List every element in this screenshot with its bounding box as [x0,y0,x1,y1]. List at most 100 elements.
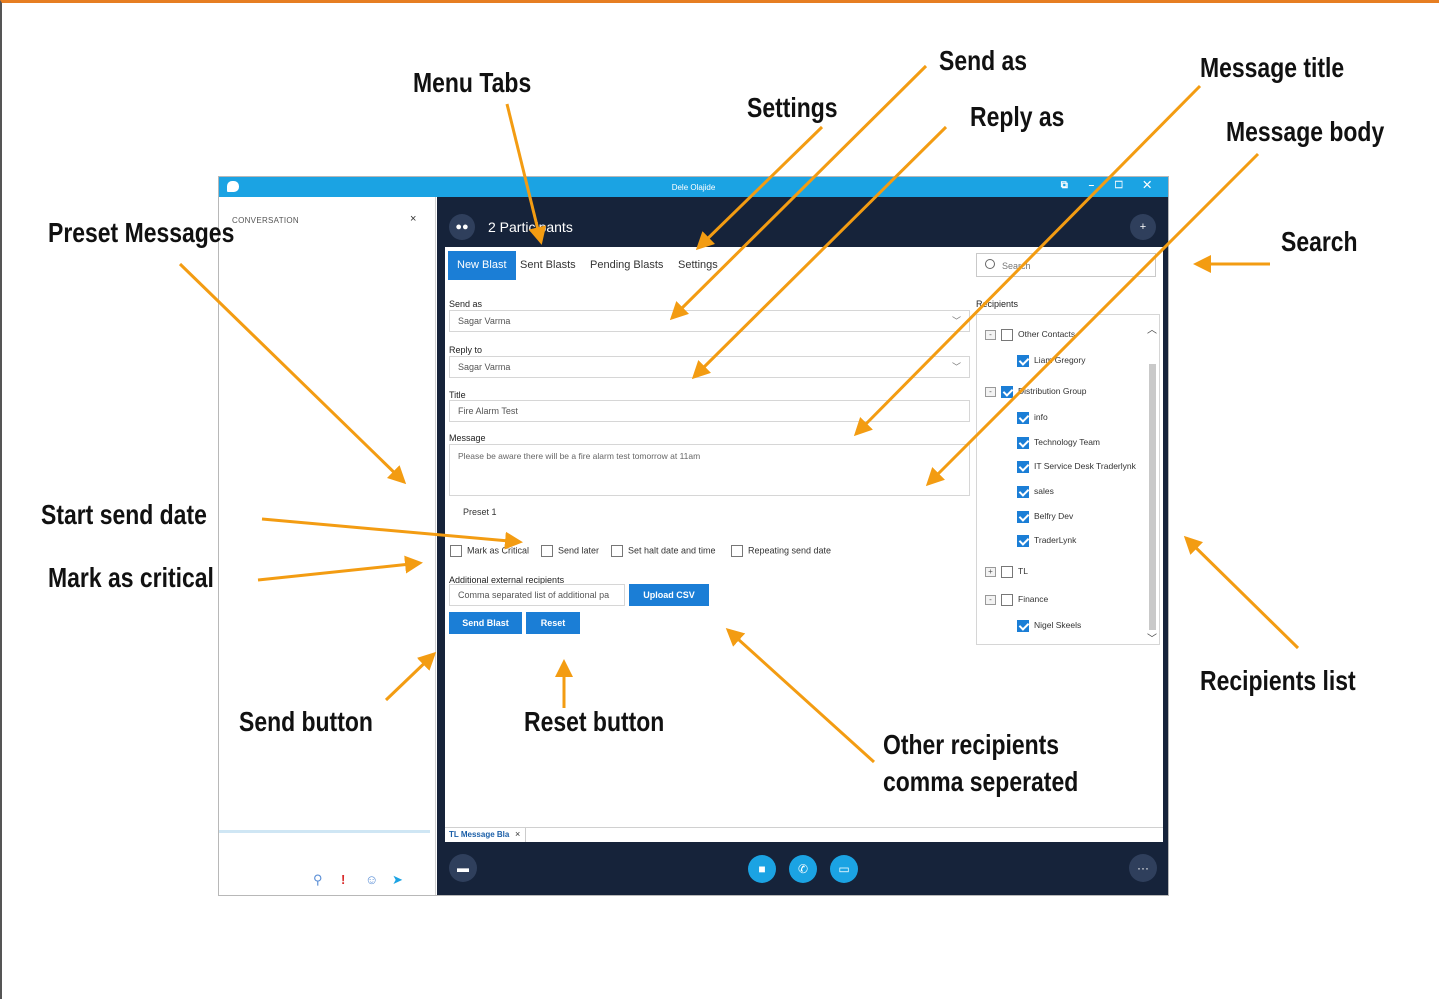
checkbox[interactable] [611,545,623,557]
recipient-group[interactable]: - Distribution Group [985,384,1087,398]
checkbox[interactable] [541,545,553,557]
scrollbar-thumb[interactable] [1149,364,1156,630]
more-options-icon[interactable]: ··· [1129,854,1157,882]
add-participant-icon[interactable]: + [1130,214,1156,240]
annotation-message-title: Message title [1200,52,1345,83]
recipient-group[interactable]: - Finance [985,592,1048,606]
tab-new-blast[interactable]: New Blast [448,251,516,280]
message-blast-tab[interactable]: TL Message Bla [449,830,509,839]
annotation-reply-as: Reply as [970,101,1065,132]
recipient-label: Technology Team [1034,437,1100,447]
annotation-settings: Settings [747,92,838,123]
annotation-message-body: Message body [1226,116,1385,147]
checkbox[interactable] [1017,485,1029,498]
recipient-group[interactable]: + TL [985,564,1028,578]
important-icon[interactable]: ! [341,872,345,887]
search-icon [985,259,995,269]
repeating-date-label: Repeating send date [748,545,832,556]
collapse-icon[interactable]: - [985,594,996,605]
annotation-other-recipients: Other recipients [883,729,1060,760]
annotation-send-button: Send button [239,706,373,737]
close-icon[interactable]: × [410,213,416,225]
reply-to-label: Reply to [449,345,483,355]
checkbox[interactable] [1017,460,1029,473]
tab-divider [525,828,526,842]
send-blast-button[interactable]: Send Blast [449,612,522,634]
checkbox[interactable] [1001,593,1013,606]
message-field[interactable]: Please be aware there will be a fire ala… [449,444,970,496]
checkbox[interactable] [450,545,462,557]
chevron-up-icon[interactable]: ︿ [1147,321,1157,336]
tab-sent-blasts[interactable]: Sent Blasts [520,251,576,280]
chat-icon[interactable]: ▬ [449,854,477,882]
send-as-value: Sagar Varma [458,316,511,326]
recipient-item[interactable]: Nigel Skeels [1017,618,1081,632]
preset-message-item[interactable]: Preset 1 [463,507,497,517]
checkbox[interactable] [1017,534,1029,547]
recipient-item[interactable]: sales [1017,484,1054,498]
send-icon[interactable]: ➤ [392,872,403,888]
participants-icon[interactable]: ●● [449,214,475,240]
checkbox[interactable] [731,545,743,557]
recipient-item[interactable]: Belfry Dev [1017,509,1073,523]
recipient-label: Liam Gregory [1034,355,1086,365]
checkbox[interactable] [1001,385,1013,398]
window-controls[interactable]: ⧉ – ☐ ✕ [1061,180,1160,191]
external-recipients-input[interactable]: Comma separated list of additional pa [449,584,625,606]
recipient-item[interactable]: TraderLynk [1017,533,1076,547]
conversation-pane: CONVERSATION × ⚲ ! ☺ ➤ [219,197,436,895]
compose-toolbar: ⚲ ! ☺ ➤ [309,872,419,888]
close-tab-icon[interactable]: × [515,829,520,839]
recipients-scrollbar[interactable]: ︿ ﹀ [1146,318,1158,645]
tab-pending-blasts[interactable]: Pending Blasts [590,251,663,280]
attachment-icon[interactable]: ⚲ [313,872,323,888]
recipient-item[interactable]: Liam Gregory [1017,353,1086,367]
conversation-label: CONVERSATION [232,216,300,225]
chevron-down-icon[interactable]: ﹀ [1147,630,1157,645]
video-call-icon[interactable]: ■ [748,855,776,883]
annotation-start-send-date: Start send date [41,499,207,530]
annotation-preset-messages: Preset Messages [48,217,235,248]
checkbox[interactable] [1017,510,1029,523]
reply-to-select[interactable]: Sagar Varma ﹀ [449,356,970,378]
tab-settings[interactable]: Settings [678,251,718,280]
halt-date-option[interactable]: Set halt date and time [611,545,716,557]
mark-critical-option[interactable]: Mark as Critical [450,545,529,557]
emoji-icon[interactable]: ☺ [365,872,378,887]
send-later-option[interactable]: Send later [541,545,599,557]
checkbox[interactable] [1001,328,1013,341]
recipient-label: Nigel Skeels [1034,620,1082,630]
chevron-down-icon: ﹀ [951,362,961,372]
recipient-item[interactable]: info [1017,410,1048,424]
checkbox[interactable] [1001,565,1013,578]
expand-icon[interactable]: + [985,566,996,577]
title-field[interactable]: Fire Alarm Test [449,400,970,422]
recipient-label: Finance [1018,594,1049,604]
bottom-tab-strip: TL Message Bla × [445,827,1163,842]
recipients-label: Recipients [976,299,1019,309]
recipient-label: sales [1034,486,1054,496]
checkbox[interactable] [1017,411,1029,424]
repeating-date-option[interactable]: Repeating send date [731,545,831,557]
recipient-item[interactable]: Technology Team [1017,435,1100,449]
checkbox[interactable] [1017,354,1029,367]
search-input[interactable]: Search [976,253,1156,277]
reset-button[interactable]: Reset [526,612,580,634]
recipient-group[interactable]: - Other Contacts [985,327,1075,341]
message-label: Message [449,433,486,443]
recipient-label: Distribution Group [1018,386,1087,396]
phone-call-icon[interactable]: ✆ [789,855,817,883]
send-later-label: Send later [558,545,600,556]
checkbox[interactable] [1017,619,1029,632]
participants-count[interactable]: 2 Participants [488,219,573,235]
recipient-item[interactable]: IT Service Desk Traderlynk [1017,459,1136,473]
checkbox[interactable] [1017,436,1029,449]
recipients-list[interactable]: - Other Contacts Liam Gregory - Distributi… [976,314,1160,645]
collapse-icon[interactable]: - [985,329,996,340]
send-as-select[interactable]: Sagar Varma ﹀ [449,310,970,332]
annotation-comma-separated: comma seperated [883,766,1079,797]
upload-csv-button[interactable]: Upload CSV [629,584,709,606]
recipient-label: info [1034,412,1048,422]
screen-share-icon[interactable]: ▭ [830,855,858,883]
collapse-icon[interactable]: - [985,386,996,397]
